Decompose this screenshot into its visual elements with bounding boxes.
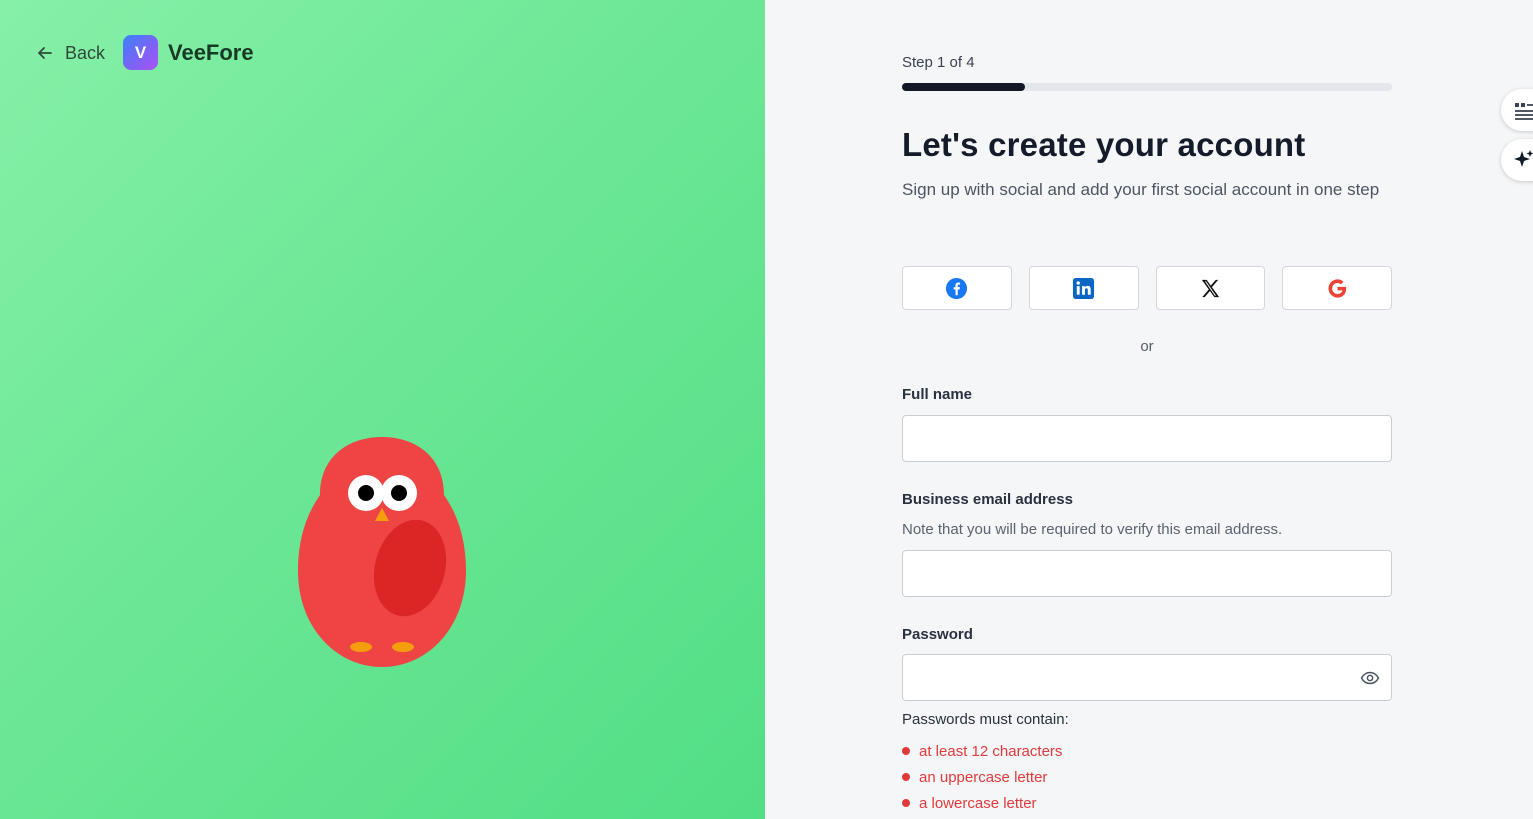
requirement-text: a lowercase letter bbox=[919, 794, 1037, 812]
full-name-input[interactable] bbox=[903, 416, 1367, 459]
step-indicator: Step 1 of 4 bbox=[902, 54, 975, 71]
requirement-status-icon bbox=[902, 747, 910, 755]
progress-bar-fill bbox=[902, 83, 1025, 91]
facebook-icon bbox=[946, 277, 968, 299]
password-requirements: at least 12 characters an uppercase lett… bbox=[902, 738, 1062, 816]
back-button[interactable]: Back bbox=[35, 40, 105, 66]
illustration-panel: Back V VeeFore bbox=[0, 0, 765, 819]
progress-bar bbox=[902, 83, 1392, 91]
requirement-status-icon bbox=[902, 773, 910, 781]
sparkle-icon bbox=[1514, 150, 1533, 167]
arrow-left-icon bbox=[38, 47, 52, 59]
password-label: Password bbox=[902, 626, 973, 643]
back-label: Back bbox=[65, 42, 106, 63]
full-name-label: Full name bbox=[902, 386, 973, 403]
password-input[interactable] bbox=[903, 655, 1367, 698]
bird-illustration bbox=[298, 437, 466, 667]
requirement-item: at least 12 characters bbox=[902, 738, 1062, 764]
eye-icon[interactable] bbox=[1360, 668, 1380, 688]
brand: V VeeFore bbox=[123, 35, 254, 70]
or-divider: or bbox=[1140, 338, 1154, 355]
full-name-field[interactable] bbox=[902, 415, 1392, 462]
email-input[interactable] bbox=[903, 551, 1367, 594]
linkedin-icon bbox=[1073, 277, 1095, 299]
brand-logo: V bbox=[123, 35, 158, 70]
email-field[interactable] bbox=[902, 550, 1392, 597]
signup-panel: Step 1 of 4 Let's create your account Si… bbox=[765, 0, 1533, 819]
social-signup-buttons bbox=[902, 266, 1392, 310]
password-requirements-title: Passwords must contain: bbox=[902, 711, 1069, 728]
google-icon bbox=[1328, 278, 1346, 298]
google-signup-button[interactable] bbox=[1282, 266, 1392, 310]
email-note: Note that you will be required to verify… bbox=[902, 521, 1283, 538]
x-icon bbox=[1201, 279, 1219, 297]
requirement-text: at least 12 characters bbox=[919, 742, 1063, 760]
page-title: Let's create your account bbox=[902, 126, 1306, 163]
requirement-text: an uppercase letter bbox=[919, 768, 1048, 786]
quote-icon bbox=[1515, 103, 1533, 120]
email-label: Business email address bbox=[902, 491, 1073, 508]
requirement-status-icon bbox=[902, 799, 910, 807]
facebook-signup-button[interactable] bbox=[902, 266, 1012, 310]
requirement-item: an uppercase letter bbox=[902, 764, 1062, 790]
x-signup-button[interactable] bbox=[1155, 266, 1266, 310]
page-subtitle: Sign up with social and add your first s… bbox=[902, 180, 1380, 199]
password-field[interactable] bbox=[902, 654, 1392, 701]
linkedin-signup-button[interactable] bbox=[1028, 266, 1139, 310]
requirement-item: a lowercase letter bbox=[902, 790, 1062, 816]
brand-name: VeeFore bbox=[168, 39, 254, 65]
